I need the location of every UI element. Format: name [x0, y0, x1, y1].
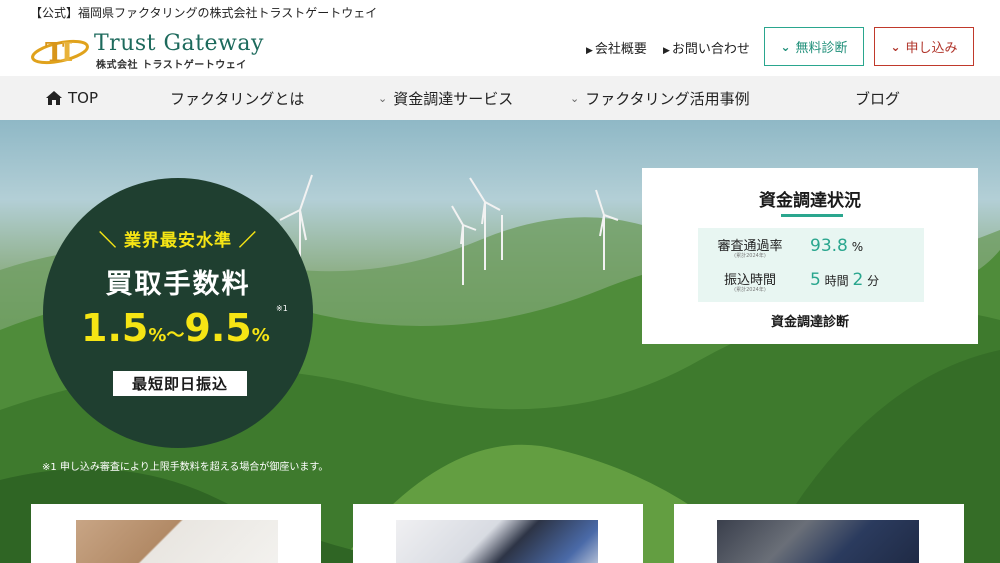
- home-icon: [46, 91, 62, 105]
- approval-rate-row: 審査通過率 (累計2024年) 93.8 %: [717, 236, 864, 259]
- promo-tag: ＼ 業界最安水準 ／: [99, 231, 257, 251]
- status-title: 資金調達状況: [759, 191, 861, 211]
- triangle-right-icon: ▶: [586, 46, 593, 56]
- site-logo[interactable]: T I Trust Gateway 株式会社 トラストゲートウェイ: [30, 28, 263, 71]
- free-diagnosis-button[interactable]: ⌄ 無料診断: [764, 27, 864, 66]
- hero-footnote: ※1 申し込み審査により上限手数料を超える場合が御座います。: [42, 462, 329, 473]
- promo-rate: 1.5%～9.5%: [81, 306, 270, 350]
- logo-subtitle: 株式会社 トラストゲートウェイ: [96, 60, 247, 71]
- service-card[interactable]: [353, 504, 643, 563]
- nav-item-factoring[interactable]: ファクタリングとは: [170, 76, 304, 120]
- chevron-down-icon: ⌄: [570, 91, 580, 105]
- svg-text:I: I: [61, 38, 73, 66]
- nav-item-top[interactable]: TOP: [46, 76, 98, 120]
- card-thumbnail: [76, 520, 278, 563]
- nav-item-blog[interactable]: ブログ: [855, 76, 900, 120]
- logo-title: Trust Gateway: [94, 31, 264, 56]
- status-stats: 審査通過率 (累計2024年) 93.8 % 振込時間 (累計2024年) 5 …: [698, 228, 924, 302]
- fee-promo-circle: ＼ 業界最安水準 ／ 買取手数料 1.5%～9.5% ※1 最短即日振込: [43, 178, 313, 448]
- header-links: ▶ 会社概要 ▶ お問い合わせ: [586, 38, 750, 57]
- main-nav: TOP ファクタリングとは ⌄ 資金調達サービス ⌄ ファクタリング活用事例 ブ…: [0, 76, 1000, 120]
- promo-title: 買取手数料: [105, 269, 251, 300]
- title-underline: [781, 214, 843, 217]
- funding-diagnosis-link[interactable]: 資金調達診断: [642, 311, 978, 330]
- funding-status-card: 資金調達状況 審査通過率 (累計2024年) 93.8 % 振込時間 (累計20…: [642, 168, 978, 344]
- site-tagline: 【公式】福岡県ファクタリングの株式会社トラストゲートウェイ: [30, 6, 378, 20]
- chevron-down-icon: ⌄: [890, 39, 901, 54]
- card-thumbnail: [717, 520, 919, 563]
- nav-item-finance-services[interactable]: ⌄ 資金調達サービス: [378, 76, 513, 120]
- promo-badge: 最短即日振込: [113, 371, 247, 396]
- service-card[interactable]: [31, 504, 321, 563]
- chevron-down-icon: ⌄: [780, 39, 791, 54]
- service-card[interactable]: [674, 504, 964, 563]
- triangle-right-icon: ▶: [662, 46, 670, 56]
- contact-link[interactable]: ▶ お問い合わせ: [663, 38, 750, 57]
- site-header: 【公式】福岡県ファクタリングの株式会社トラストゲートウェイ T I Trust …: [0, 0, 1000, 76]
- transfer-time-row: 振込時間 (累計2024年) 5 時間 2 分: [723, 270, 880, 293]
- card-thumbnail: [396, 520, 598, 563]
- logo-mark-icon: T I: [31, 38, 89, 66]
- promo-note-marker: ※1: [276, 304, 288, 313]
- nav-item-case-studies[interactable]: ⌄ ファクタリング活用事例: [570, 76, 750, 120]
- chevron-down-icon: ⌄: [378, 91, 388, 105]
- apply-button[interactable]: ⌄ 申し込み: [874, 27, 974, 66]
- company-link[interactable]: ▶ 会社概要: [586, 38, 647, 57]
